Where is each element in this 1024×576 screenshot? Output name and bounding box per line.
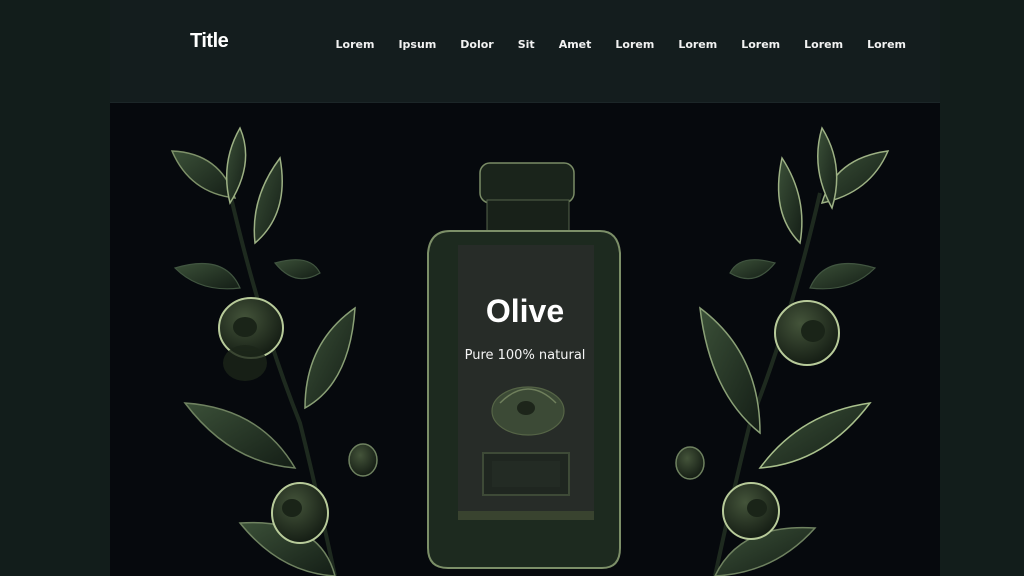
nav-item-5[interactable]: Amet	[559, 38, 592, 51]
nav-item-8[interactable]: Lorem	[741, 38, 780, 51]
hero-illustration	[170, 126, 890, 576]
main-nav: Lorem Ipsum Dolor Sit Amet Lorem Lorem L…	[312, 38, 906, 51]
nav-item-6[interactable]: Lorem	[615, 38, 654, 51]
nav-item-9[interactable]: Lorem	[804, 38, 843, 51]
product-title: Olive	[485, 293, 565, 329]
page-background-left	[0, 0, 110, 576]
nav-item-7[interactable]: Lorem	[678, 38, 717, 51]
site-header: Title Lorem Ipsum Dolor Sit Amet Lorem L…	[110, 0, 940, 103]
nav-item-1[interactable]: Lorem	[336, 38, 375, 51]
nav-item-2[interactable]: Ipsum	[398, 38, 436, 51]
page-background-right	[940, 0, 1024, 576]
hero-section: Olive Pure 100% natural	[110, 103, 940, 576]
olive-oil-bottle	[427, 162, 621, 569]
nav-item-10[interactable]: Lorem	[867, 38, 906, 51]
nav-item-3[interactable]: Dolor	[460, 38, 493, 51]
page-frame: Title Lorem Ipsum Dolor Sit Amet Lorem L…	[110, 0, 940, 576]
nav-item-4[interactable]: Sit	[518, 38, 535, 51]
product-subtitle: Pure 100% natural	[464, 348, 586, 363]
site-logo[interactable]: Title	[190, 30, 229, 53]
